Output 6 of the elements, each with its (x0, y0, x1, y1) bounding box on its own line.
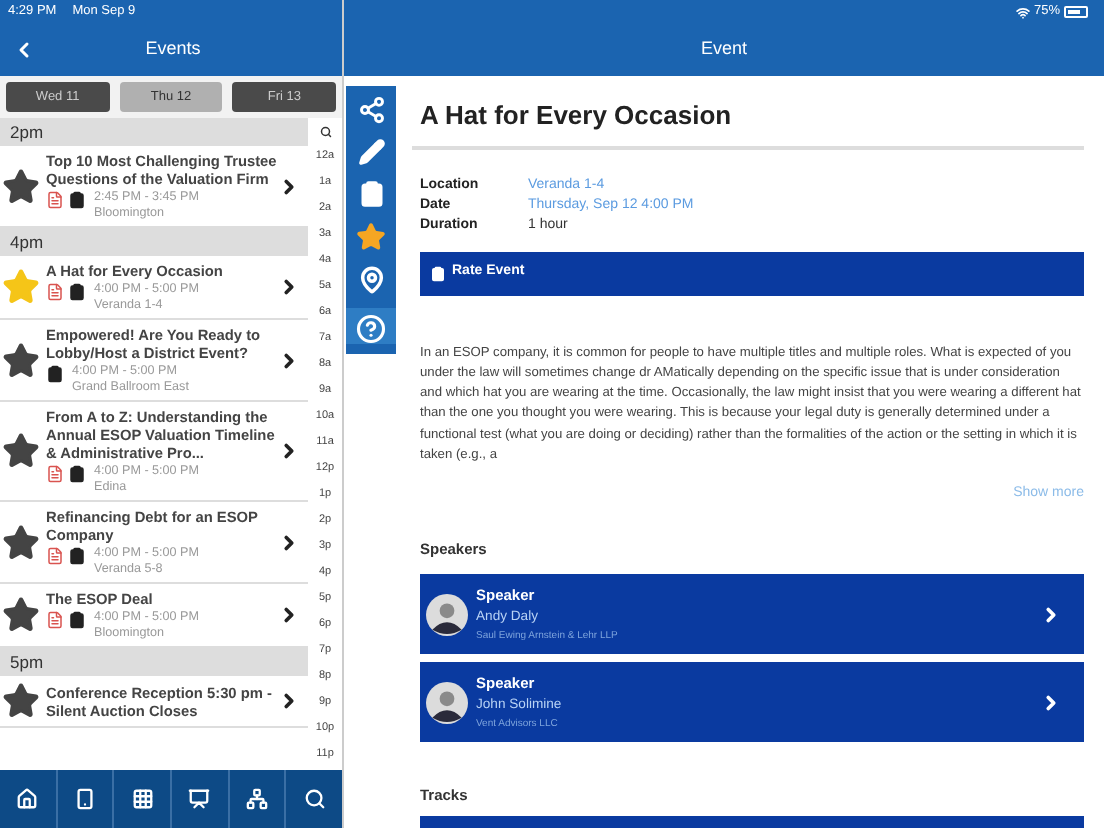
time-header: 5pm (0, 648, 308, 676)
header-title: Events (143, 36, 201, 63)
event-title: A Hat for Every Occasion (412, 76, 1084, 149)
time-header: 2pm (0, 118, 308, 146)
time-header: 4pm (0, 228, 308, 256)
header-title: Event (700, 36, 747, 63)
